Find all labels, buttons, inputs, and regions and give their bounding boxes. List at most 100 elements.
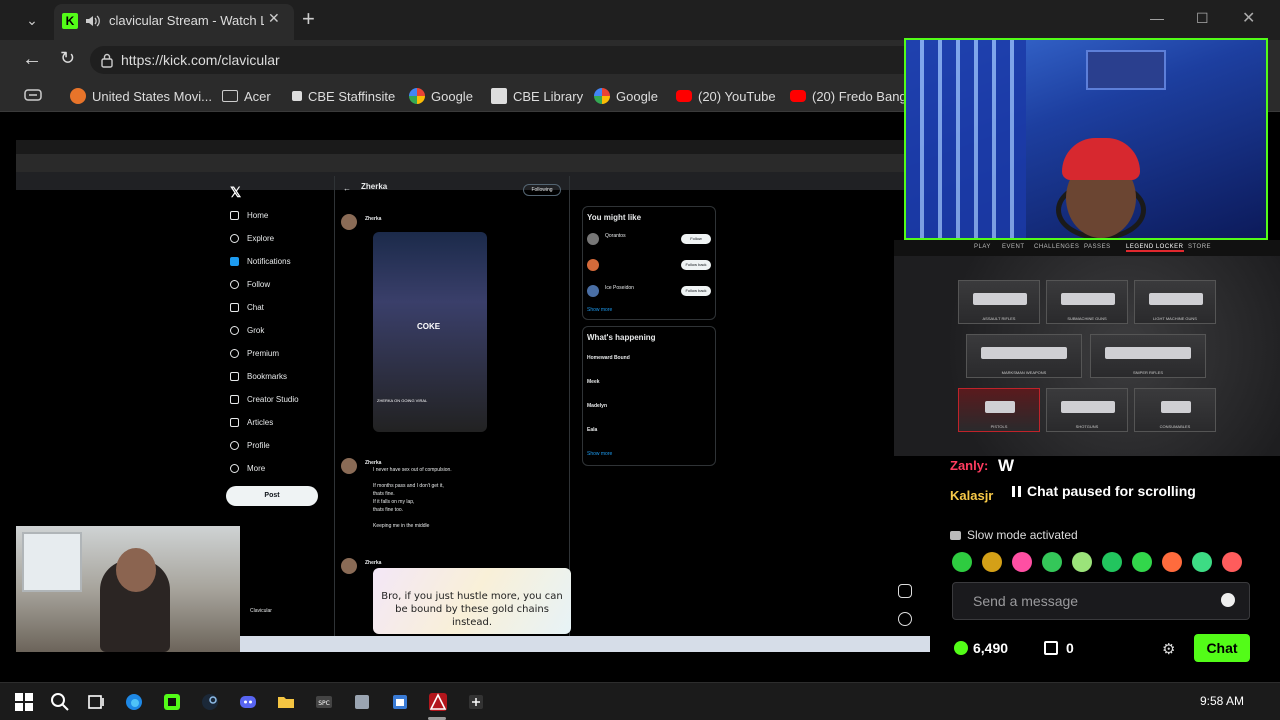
kick-app-icon[interactable] (162, 692, 182, 712)
x-nav-grok: Grok (230, 322, 264, 338)
chat-bubble-icon[interactable] (898, 612, 912, 626)
chat-message: W (998, 456, 1015, 475)
steam-icon[interactable] (200, 692, 220, 712)
weapon-label: CONSUMABLES (1159, 424, 1191, 429)
bookmark-cbe-staffinsite[interactable]: CBE Staffinsite (292, 86, 395, 106)
site-info-icon[interactable] (100, 52, 114, 68)
points-value: 6,490 (973, 640, 1009, 656)
bookmark-youtube-fredo[interactable]: (20) Fredo Bang - (790, 86, 915, 106)
windows-start-icon[interactable] (14, 692, 34, 712)
close-tab-icon[interactable]: ✕ (268, 10, 280, 27)
tab-groups-icon[interactable] (24, 88, 42, 102)
bookmark-cbe-library[interactable]: CBE Library (491, 86, 583, 106)
feed-profile-name: Zherka (361, 182, 388, 191)
streamer-url-bar (16, 154, 908, 172)
weapon-card: SUBMACHINE GUNS (1046, 280, 1128, 324)
window-close-icon[interactable]: ✕ (1242, 8, 1255, 28)
gift-subs[interactable]: 0 (1044, 640, 1074, 656)
url-text: https://kick.com/clavicular (121, 52, 280, 68)
avatar (587, 233, 599, 245)
emote-icon[interactable] (1222, 552, 1242, 572)
back-arrow-icon[interactable]: ← (22, 48, 42, 71)
tweet-video: COKE ZHERKA ON GOING VIRAL (373, 232, 487, 432)
gift-icon (1044, 641, 1058, 655)
tab-search-dropdown-icon[interactable]: ⌄ (18, 8, 46, 32)
game-tab: EVENT (1002, 244, 1025, 250)
emote-icon[interactable] (1132, 552, 1152, 572)
emote-icon[interactable] (1102, 552, 1122, 572)
emote-bar (952, 550, 1272, 574)
emote-icon[interactable] (1192, 552, 1212, 572)
chat-paused-button[interactable]: Chat paused for scrolling (1006, 478, 1200, 504)
emote-icon[interactable] (1072, 552, 1092, 572)
search-icon[interactable] (50, 692, 70, 712)
chat-username[interactable]: Zanly: (950, 458, 988, 473)
grok-icon (230, 325, 239, 335)
channel-points[interactable]: 6,490 (954, 640, 1008, 656)
file-explorer-icon[interactable] (276, 692, 296, 712)
bookmark-label: (20) Fredo Bang - (812, 88, 915, 104)
x-logo-icon: 𝕏 (230, 184, 242, 200)
discord-icon[interactable] (238, 692, 258, 712)
new-tab-icon[interactable]: + (302, 6, 315, 32)
streamer-webcam (904, 38, 1268, 240)
x-nav-explore: Explore (230, 230, 274, 246)
bookmark-acer[interactable]: Acer (222, 86, 271, 106)
screenshot-icon[interactable] (898, 584, 912, 598)
chat-username[interactable]: Kalasjr (950, 488, 993, 503)
x-nav-follow: Follow (230, 276, 270, 292)
clock[interactable]: 9:58 AM (1200, 694, 1244, 708)
speaker-icon[interactable] (84, 12, 102, 30)
kick-favicon-icon: K (62, 13, 78, 29)
emote-icon[interactable] (952, 552, 972, 572)
article-icon (230, 417, 239, 427)
bookmark-label: Acer (244, 88, 271, 104)
app-icon[interactable] (352, 692, 372, 712)
minimize-icon[interactable]: — (1150, 10, 1164, 26)
edge-icon[interactable] (124, 692, 144, 712)
emote-icon[interactable] (1162, 552, 1182, 572)
reload-icon[interactable]: ↻ (60, 48, 75, 69)
follow-back-button: Follow back (681, 260, 711, 270)
svg-text:SPC: SPC (318, 700, 330, 707)
staffinsite-icon (292, 91, 302, 101)
weapon-label: MARKSMAN WEAPONS (1001, 370, 1047, 375)
url-input[interactable]: https://kick.com/clavicular (90, 46, 920, 74)
profile-icon (230, 440, 239, 450)
trend-item: Meek (587, 379, 600, 385)
x-nav-profile: Profile (230, 437, 270, 453)
emote-icon[interactable] (982, 552, 1002, 572)
rifle-icon (973, 293, 1027, 305)
bookmark-united-states-movies[interactable]: United States Movi... (70, 86, 212, 106)
task-view-icon[interactable] (86, 692, 106, 712)
apex-legends-icon[interactable] (428, 692, 448, 712)
weapon-label: LIGHT MACHINE GUNS (1153, 316, 1197, 321)
chat-send-button[interactable]: Chat (1194, 634, 1250, 662)
bookmark-label: (20) YouTube (698, 88, 776, 104)
game-tab-active: LEGEND LOCKER (1126, 244, 1184, 252)
trend-item: Madelyn (587, 403, 608, 409)
tweet-text: I never have sex out of compulsion. If m… (373, 467, 452, 529)
avatar (341, 214, 357, 230)
bookmark-google-2[interactable]: Google (594, 86, 658, 106)
bookmark-google[interactable]: Google (409, 86, 473, 106)
chat-message-input[interactable]: Send a message (952, 582, 1250, 620)
stream-video[interactable]: 𝕏 Home Explore Notifications Follow Chat… (16, 116, 930, 652)
game-menu-bar: PLAY EVENT CHALLENGES PASSES LEGEND LOCK… (894, 240, 1280, 256)
app-icon[interactable] (390, 692, 410, 712)
app-icon[interactable]: SPC (314, 692, 334, 712)
maximize-icon[interactable]: ☐ (1196, 10, 1209, 27)
bookmark-youtube[interactable]: (20) YouTube (676, 86, 776, 106)
windows-taskbar: SPC 9:58 AM (0, 682, 1280, 720)
suggestion-name: Ice Poseidon (605, 285, 634, 291)
emoji-icon[interactable] (1221, 593, 1235, 607)
emote-icon[interactable] (1012, 552, 1032, 572)
google-icon (594, 88, 610, 104)
weapon-card: LIGHT MACHINE GUNS (1134, 280, 1216, 324)
app-icon[interactable] (466, 692, 486, 712)
chat-settings-gear-icon[interactable]: ⚙ (1162, 640, 1175, 658)
tweet-image: Bro, if you just hustle more, you can be… (373, 568, 571, 634)
tab-clavicular-stream[interactable]: K clavicular Stream - Watch Live ✕ (54, 4, 294, 40)
emote-icon[interactable] (1042, 552, 1062, 572)
guest-facecam (16, 526, 240, 652)
